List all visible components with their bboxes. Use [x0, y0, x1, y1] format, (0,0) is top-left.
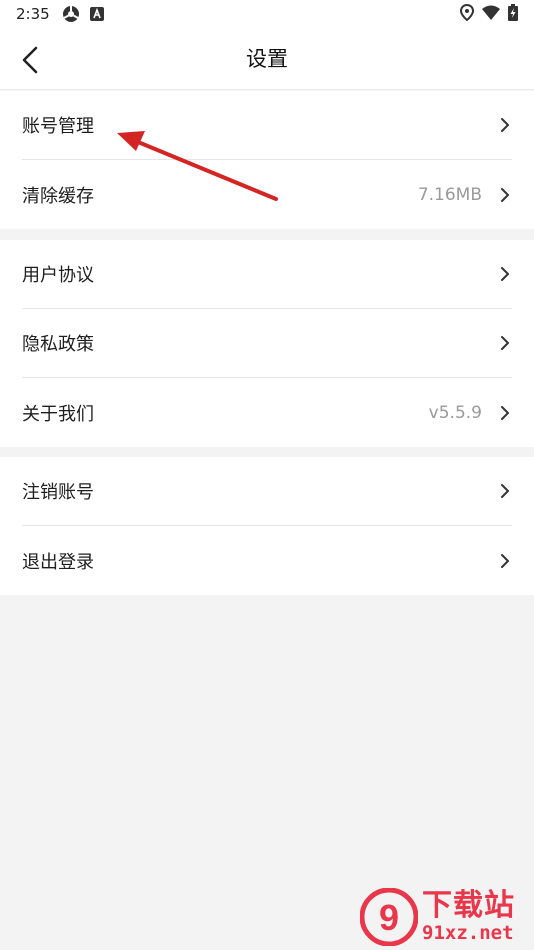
page-title: 设置: [246, 47, 288, 71]
sync-icon: [62, 5, 80, 23]
cache-size-value: 7.16MB: [417, 184, 482, 205]
settings-item-clear-cache[interactable]: 清除缓存 7.16MB: [22, 160, 512, 229]
chevron-right-icon: [498, 334, 512, 352]
watermark-logo: 9: [359, 887, 419, 947]
watermark-text-cn: 下载站: [422, 888, 515, 923]
settings-item-label: 注销账号: [22, 482, 94, 503]
top-app-bar: 设置: [0, 28, 534, 90]
location-icon: [459, 3, 475, 25]
settings-group-session: 注销账号 退出登录: [0, 457, 534, 595]
settings-item-delete-account[interactable]: 注销账号: [22, 457, 512, 526]
watermark: 9 下载站 91xz.net: [359, 886, 528, 948]
settings-item-account-management[interactable]: 账号管理: [22, 91, 512, 160]
a-badge-icon: [89, 7, 104, 21]
settings-item-label: 清除缓存: [22, 185, 94, 207]
wifi-icon: [482, 5, 500, 24]
settings-item-privacy-policy[interactable]: 隐私政策: [22, 309, 512, 378]
app-version-value: v5.5.9: [428, 402, 482, 423]
settings-item-label: 账号管理: [22, 116, 94, 137]
chevron-right-icon: [498, 186, 512, 204]
settings-item-about-us[interactable]: 关于我们 v5.5.9: [22, 378, 512, 447]
battery-charging-icon: [508, 3, 518, 25]
chevron-right-icon: [498, 482, 512, 500]
settings-item-user-agreement[interactable]: 用户协议: [22, 240, 512, 309]
chevron-right-icon: [498, 116, 512, 134]
settings-item-label: 退出登录: [22, 551, 94, 573]
chevron-right-icon: [498, 265, 512, 283]
settings-item-label: 用户协议: [22, 265, 94, 286]
svg-text:9: 9: [379, 897, 399, 938]
chevron-right-icon: [498, 404, 512, 422]
settings-item-label: 关于我们: [22, 403, 94, 425]
chevron-left-icon: [22, 46, 38, 74]
settings-group-account: 账号管理 清除缓存 7.16MB: [0, 91, 534, 229]
status-time: 2:35: [16, 5, 50, 23]
chevron-right-icon: [498, 552, 512, 570]
watermark-url: 91xz.net: [422, 922, 514, 944]
settings-item-label: 隐私政策: [22, 334, 94, 355]
settings-group-about: 用户协议 隐私政策 关于我们 v5.5.9: [0, 240, 534, 447]
status-bar: 2:35: [0, 0, 534, 28]
settings-item-logout[interactable]: 退出登录: [22, 526, 512, 595]
back-button[interactable]: [10, 40, 50, 80]
